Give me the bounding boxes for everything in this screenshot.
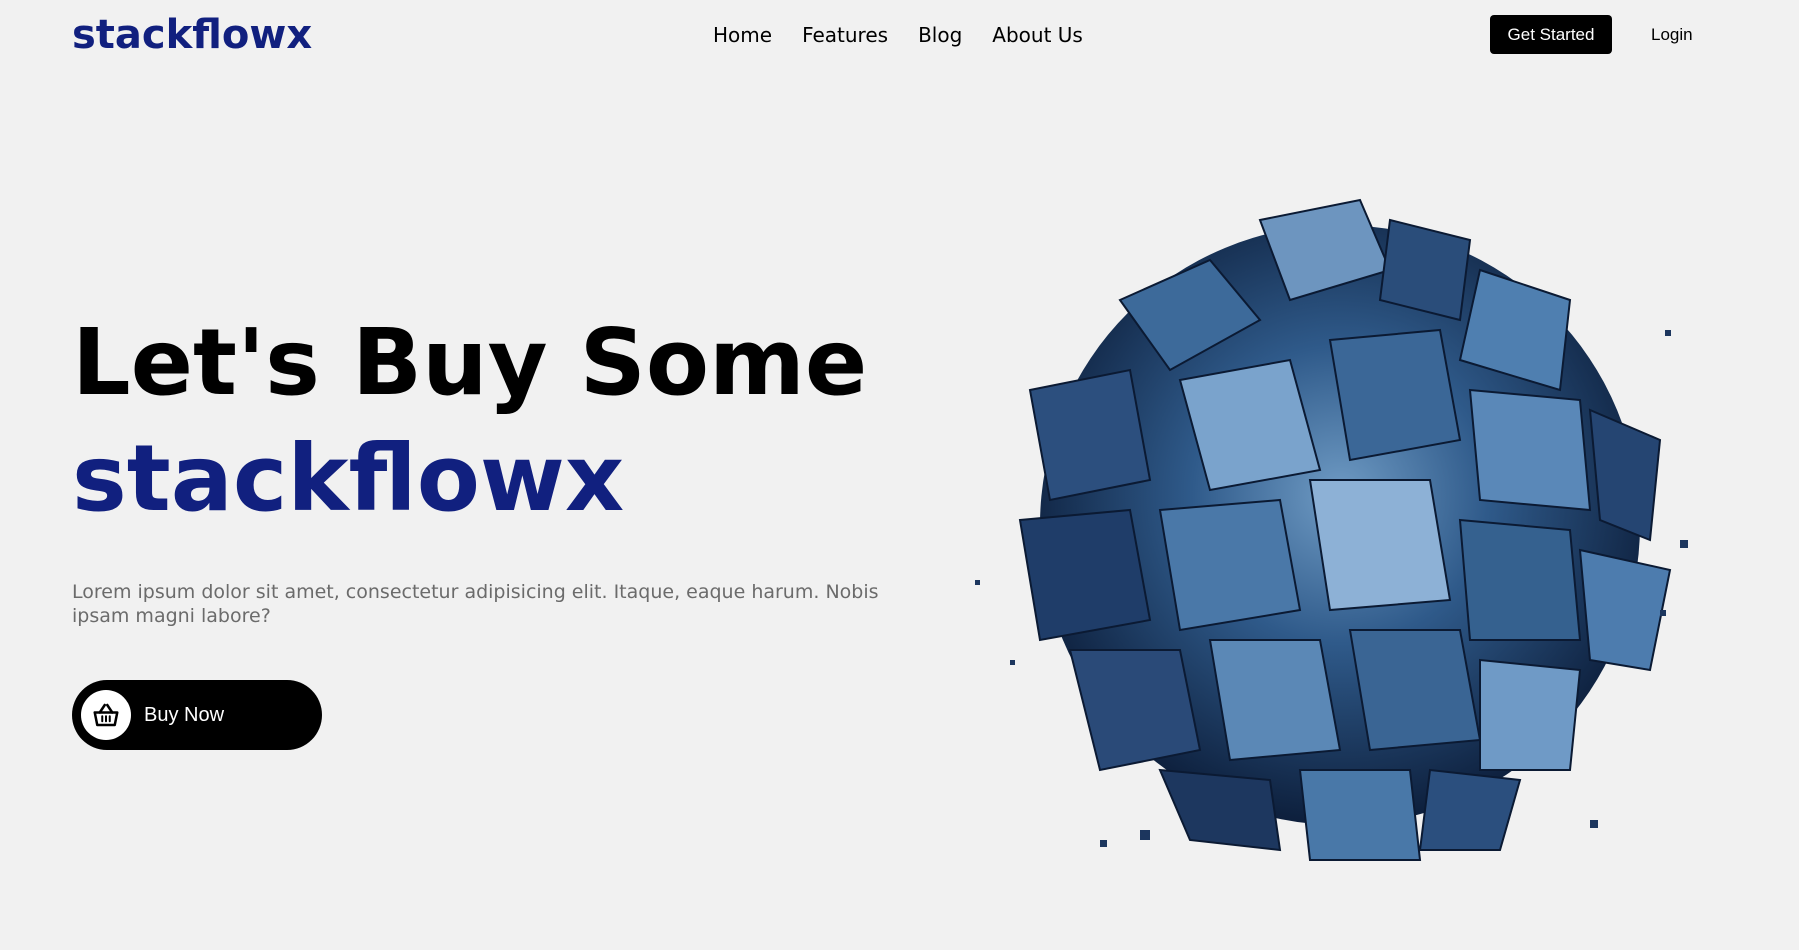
buy-now-label: Buy Now <box>144 704 225 726</box>
hero-description: Lorem ipsum dolor sit amet, consectetur … <box>72 581 879 627</box>
abstract-cube-sphere-illustration <box>960 180 1720 880</box>
nav-link-features[interactable]: Features <box>802 21 888 49</box>
hero-title: Let's Buy Some stackflowx <box>72 305 867 537</box>
nav-link-about-us[interactable]: About Us <box>992 21 1083 49</box>
nav-link-blog[interactable]: Blog <box>918 21 962 49</box>
login-link[interactable]: Login <box>1651 24 1693 46</box>
top-navigation-bar: stackflowx Home Features Blog About Us G… <box>0 0 1799 70</box>
nav-link-home[interactable]: Home <box>713 21 772 49</box>
hero-title-line-2: stackflowx <box>72 425 625 532</box>
buy-now-button[interactable]: Buy Now <box>72 680 322 750</box>
hero-title-line-1: Let's Buy Some <box>72 309 868 416</box>
main-nav: Home Features Blog About Us <box>713 21 1083 49</box>
brand-logo[interactable]: stackflowx <box>72 10 312 60</box>
basket-icon <box>81 690 131 740</box>
get-started-button[interactable]: Get Started <box>1490 15 1612 54</box>
